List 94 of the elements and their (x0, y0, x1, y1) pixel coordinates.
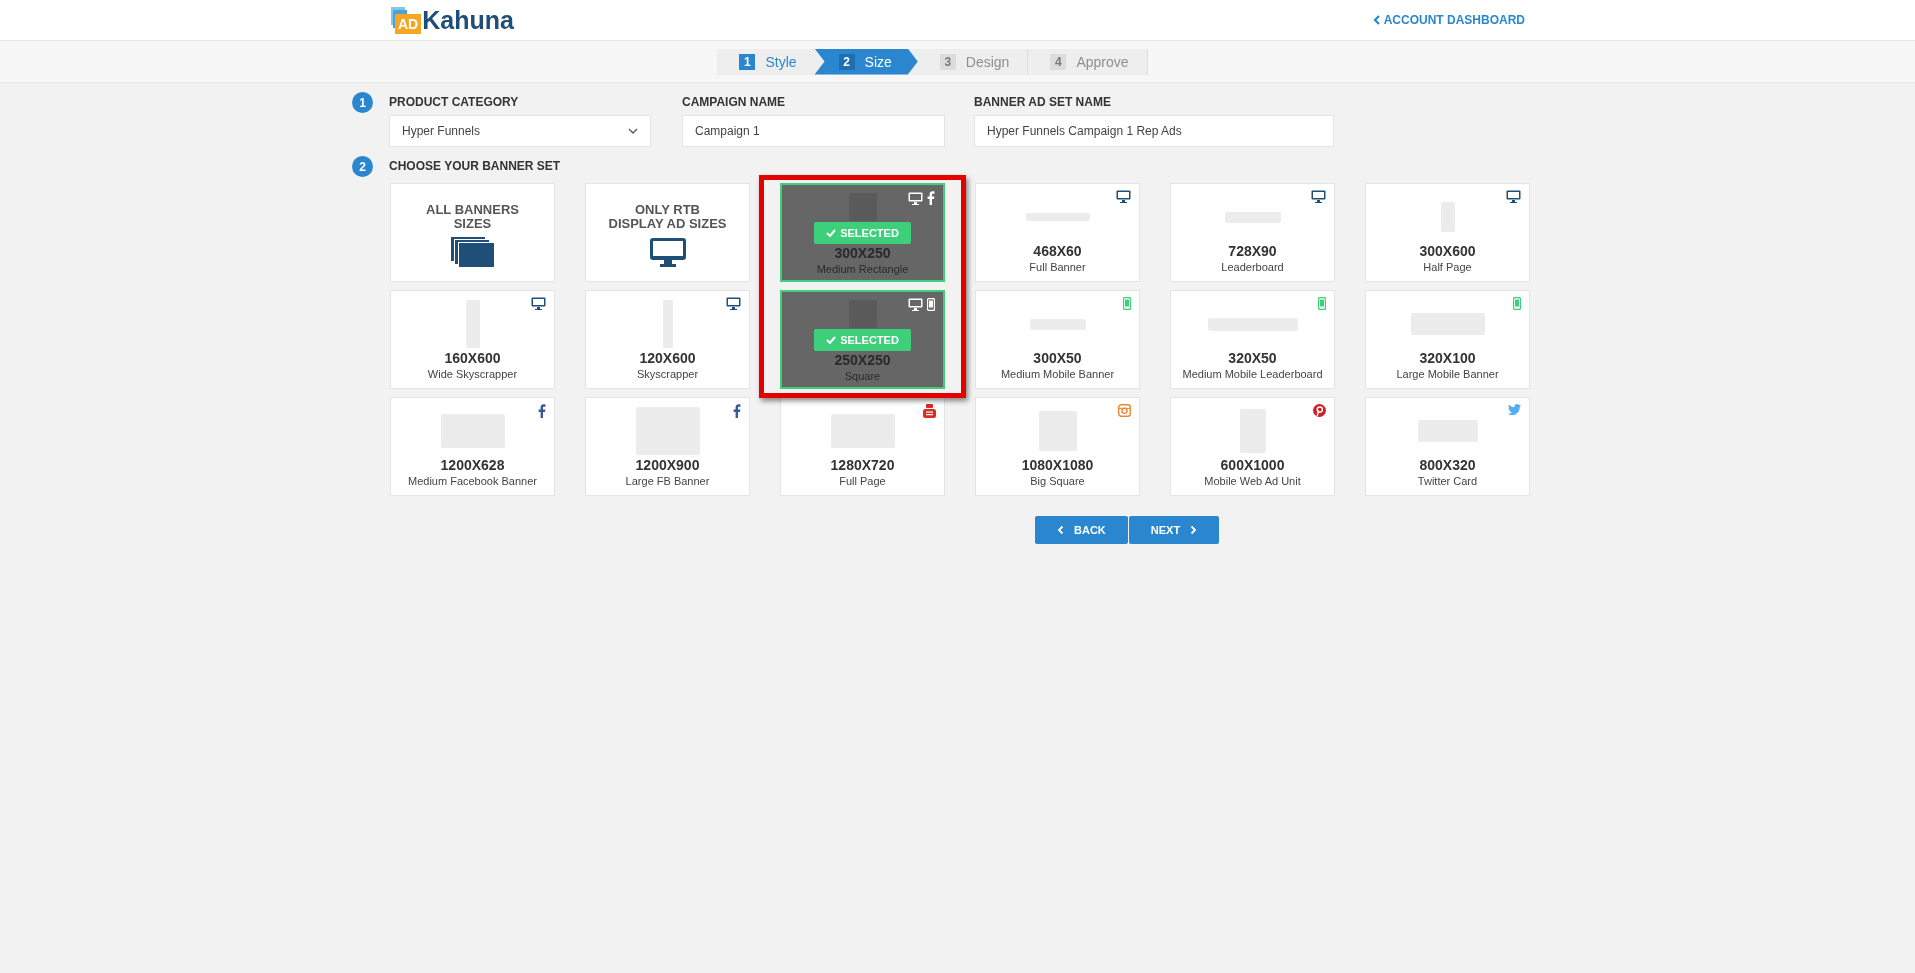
banner-size: 800X320 (1419, 457, 1476, 473)
banner-name: Wide Skyscrapper (427, 368, 518, 380)
banner-size-card[interactable]: 320X100 Large Mobile Banner (1365, 290, 1530, 389)
banner-size-card[interactable]: 1200X628 Medium Facebook Banner (390, 397, 555, 496)
banner-set-card[interactable]: ALL BANNERS SIZES (390, 183, 555, 282)
banner-size: 320X100 (1419, 350, 1476, 366)
banner-size-card[interactable]: 300X600 Half Page (1365, 183, 1530, 282)
check-icon (826, 336, 837, 344)
selected-badge: SELECTED (814, 222, 911, 244)
banner-size: 1200X628 (440, 457, 505, 473)
banner-size: 160X600 (444, 350, 501, 366)
check-icon (826, 229, 837, 237)
banner-size-card[interactable]: 160X600 Wide Skyscrapper (390, 290, 555, 389)
selected-badge: SELECTED (814, 329, 911, 351)
banner-name: Mobile Web Ad Unit (1204, 475, 1301, 487)
banner-size: 300X50 (1033, 350, 1082, 366)
banner-size-card[interactable]: 1200X900 Large FB Banner (585, 397, 750, 496)
banner-size-card[interactable]: 600X1000 Mobile Web Ad Unit (1170, 397, 1335, 496)
banner-name: Skyscrapper (636, 368, 699, 380)
phone-icon (927, 298, 935, 311)
card-title: ALL BANNERS SIZES (426, 202, 519, 231)
monitor-icon (648, 236, 687, 267)
banner-name: Medium Mobile Banner (1000, 368, 1115, 380)
facebook-icon (927, 191, 935, 205)
banner-size: 728X90 (1228, 243, 1277, 259)
banner-size: 300X250 (834, 245, 891, 261)
banner-name: Large FB Banner (625, 475, 710, 487)
banner-name: Big Square (1030, 475, 1085, 487)
banner-size: 320X50 (1228, 350, 1277, 366)
banner-name: Large Mobile Banner (1396, 368, 1499, 380)
chevron-right-icon (1190, 525, 1198, 535)
account-dashboard-link[interactable]: ACCOUNT DASHBOARD (1372, 13, 1525, 27)
desktop-icon (1311, 190, 1326, 203)
banner-size-card[interactable]: 120X600 Skyscrapper (585, 290, 750, 389)
banner-name: Medium Mobile Leaderboard (1182, 368, 1323, 380)
chevron-left-icon (1372, 15, 1380, 25)
next-button[interactable]: NEXT (1128, 516, 1220, 544)
banner-size: 120X600 (639, 350, 696, 366)
banner-size-card[interactable]: 800X320 Twitter Card (1365, 397, 1530, 496)
desktop-icon (1506, 190, 1521, 203)
banner-name: Twitter Card (1417, 475, 1478, 487)
back-button[interactable]: BACK (1035, 516, 1128, 544)
desktop-icon (908, 298, 923, 311)
camera-icon (1118, 404, 1131, 417)
step-number: 2 (352, 156, 373, 177)
banner-set-card[interactable]: ONLY RTB DISPLAY AD SIZES (585, 183, 750, 282)
banner-size: 250X250 (834, 352, 891, 368)
banner-name: Leaderboard (1221, 261, 1284, 273)
banner-name: Medium Rectangle (816, 263, 909, 275)
field-label: PRODUCT CATEGORY (389, 95, 520, 109)
field-label: CAMPAIGN NAME (682, 95, 787, 109)
card-title: ONLY RTB DISPLAY AD SIZES (608, 202, 727, 231)
banner-preview (848, 300, 877, 328)
banner-name: Full Banner (1029, 261, 1086, 273)
banner-name: Half Page (1423, 261, 1472, 273)
banner-size-card[interactable]: 320X50 Medium Mobile Leaderboard (1170, 290, 1335, 389)
banner-size: 600X1000 (1220, 457, 1285, 473)
banner-size-card[interactable]: 468X60 Full Banner (975, 183, 1140, 282)
logo-badge: AD (395, 14, 422, 34)
pin-icon (1313, 404, 1326, 417)
stacked-cards-icon (450, 236, 495, 267)
section-title: CHOOSE YOUR BANNER SET (389, 159, 561, 173)
phone-icon (1123, 297, 1131, 310)
banner-size: 300X600 (1419, 243, 1476, 259)
logo-text: Kahuna (422, 6, 514, 34)
banner-size: 1080X1080 (1021, 457, 1094, 473)
chevron-left-icon (1057, 525, 1064, 535)
desktop-icon (726, 297, 741, 310)
bird-icon (1508, 404, 1521, 415)
chevron-down-icon (628, 127, 638, 135)
banner-name: Medium Facebook Banner (408, 475, 537, 487)
text-field[interactable]: Hyper Funnels Campaign 1 Rep Ads (974, 115, 1334, 147)
desktop-icon (1116, 190, 1131, 203)
wizard-step[interactable]: 2 Size (814, 48, 918, 75)
step-number: 1 (352, 92, 373, 113)
facebook-icon (733, 404, 741, 418)
banner-name: Full Page (839, 475, 886, 487)
text-field[interactable]: Campaign 1 (682, 115, 945, 147)
banner-size-card[interactable]: 1280X720 Full Page (780, 397, 945, 496)
phone-icon (1318, 297, 1326, 310)
banner-size-card[interactable]: 300X50 Medium Mobile Banner (975, 290, 1140, 389)
category-select[interactable]: Hyper Funnels (389, 115, 651, 147)
banner-size: 1280X720 (830, 457, 895, 473)
banner-size-card[interactable]: 728X90 Leaderboard (1170, 183, 1335, 282)
desktop-icon (908, 191, 923, 205)
facebook-icon (538, 404, 546, 418)
banner-size: 468X60 (1033, 243, 1082, 259)
field-label: BANNER AD SET NAME (974, 95, 1112, 109)
banner-size-card[interactable]: 1080X1080 Big Square (975, 397, 1140, 496)
banner-preview (848, 193, 877, 221)
desktop-icon (531, 297, 546, 310)
banner-name: Square (844, 370, 881, 382)
phone-icon (1513, 297, 1521, 310)
banner-size: 1200X900 (635, 457, 700, 473)
